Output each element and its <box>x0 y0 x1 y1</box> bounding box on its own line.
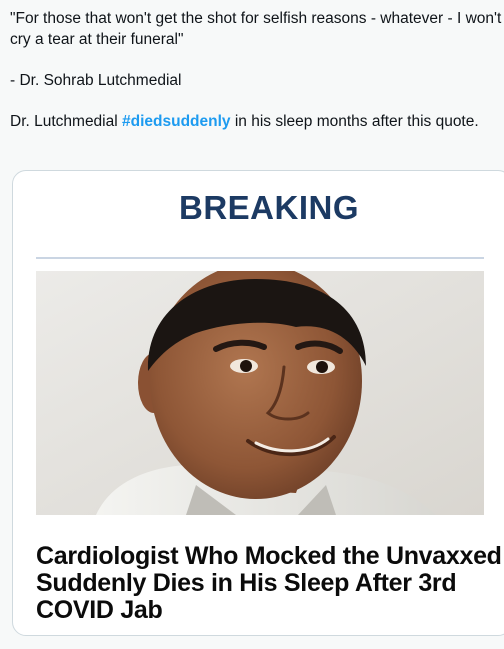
comment-text-before: Dr. Lutchmedial <box>10 113 122 130</box>
tweet-comment: Dr. Lutchmedial #diedsuddenly in his sle… <box>10 111 502 132</box>
article-headline: Cardiologist Who Mocked the Unvaxxed Sud… <box>36 542 502 624</box>
portrait-photo <box>36 271 484 515</box>
portrait-illustration <box>36 271 484 515</box>
breaking-banner: BREAKING <box>178 189 359 226</box>
banner-divider <box>36 257 484 259</box>
tweet-attribution: - Dr. Sohrab Lutchmedial <box>10 72 182 89</box>
hashtag-link[interactable]: #diedsuddenly <box>122 113 231 130</box>
media-image-card[interactable]: BREAKING Cardiologist Who Mocked the Unv… <box>12 170 504 636</box>
tweet-quote: "For those that won't get the shot for s… <box>10 10 502 48</box>
comment-text-after: in his sleep months after this quote. <box>230 113 479 130</box>
tweet-body: "For those that won't get the shot for s… <box>10 8 502 132</box>
